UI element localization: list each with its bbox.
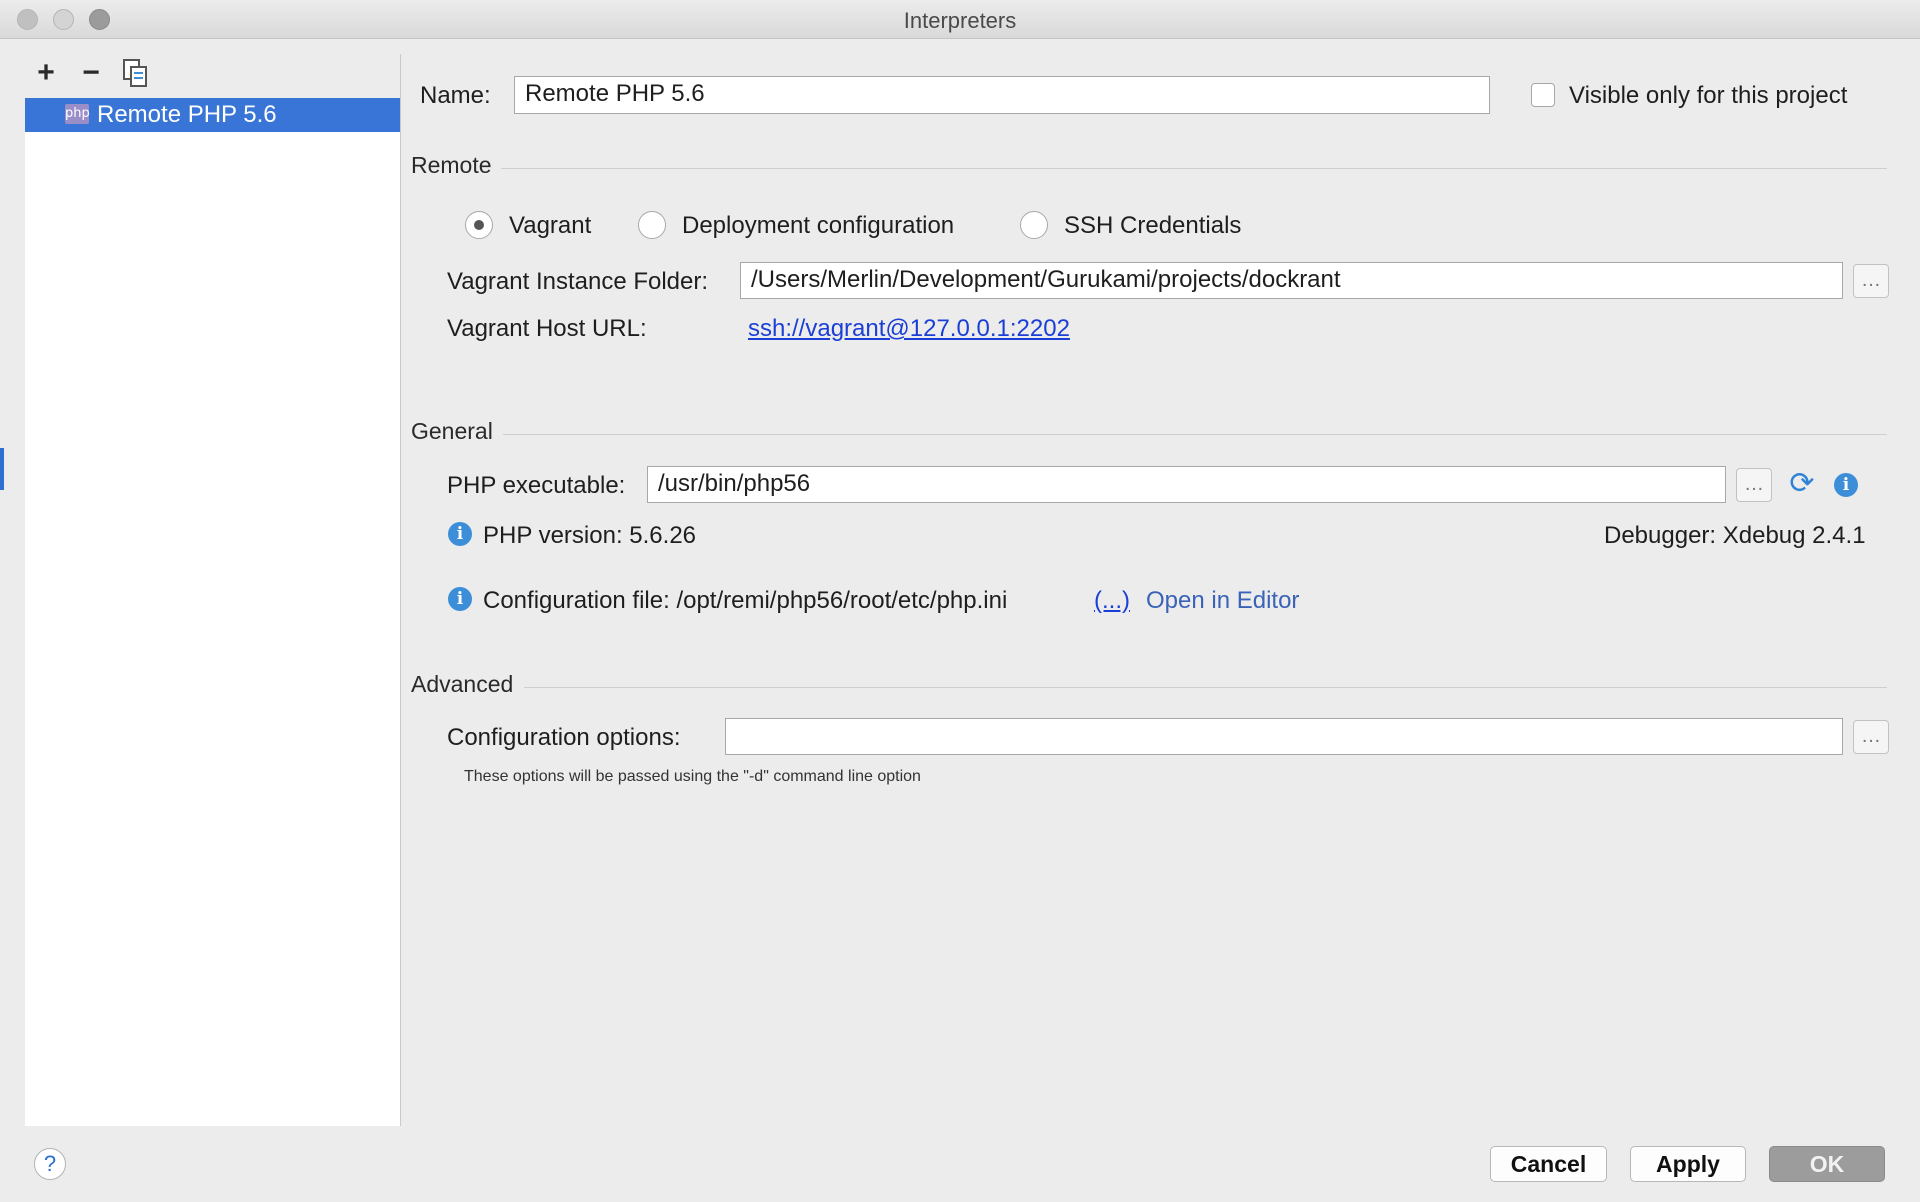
interpreter-list: php Remote PHP 5.6 (25, 98, 400, 1126)
advanced-section-title: Advanced (411, 671, 514, 697)
focus-edge-marker (0, 448, 4, 490)
php-version-text: PHP version: 5.6.26 (483, 522, 697, 549)
config-file-more-link[interactable]: (...) (1094, 587, 1130, 615)
apply-button[interactable]: Apply (1630, 1146, 1746, 1182)
cancel-button[interactable]: Cancel (1490, 1146, 1607, 1182)
vagrant-host-label: Vagrant Host URL: (447, 315, 647, 342)
php-executable-field[interactable]: /usr/bin/php56 (647, 466, 1726, 503)
config-options-browse-button[interactable]: … (1853, 720, 1889, 754)
php-info-icon[interactable]: i (1834, 473, 1858, 497)
visible-only-checkbox[interactable] (1531, 83, 1555, 107)
config-file-text: Configuration file: /opt/remi/php56/root… (483, 587, 1008, 614)
php-version-info-icon: i (448, 522, 472, 546)
vagrant-folder-field[interactable]: /Users/Merlin/Development/Gurukami/proje… (740, 262, 1843, 299)
title-bar: Interpreters (0, 0, 1920, 39)
visible-only-label: Visible only for this project (1569, 82, 1848, 109)
name-label: Name: (420, 82, 491, 109)
interpreter-item-label: Remote PHP 5.6 (97, 101, 277, 128)
interpreters-dialog: Interpreters + − php Remote PHP 5.6 Name… (0, 0, 1920, 1202)
vagrant-host-url-link[interactable]: ssh://vagrant@127.0.0.1:2202 (748, 315, 1070, 343)
config-options-field[interactable] (725, 718, 1843, 755)
general-section-title: General (411, 418, 493, 444)
remote-divider (501, 168, 1887, 169)
name-field[interactable]: Remote PHP 5.6 (514, 76, 1490, 114)
config-options-hint: These options will be passed using the "… (464, 768, 921, 785)
ssh-credentials-radio-label[interactable]: SSH Credentials (1064, 212, 1241, 240)
add-interpreter-button[interactable]: + (31, 58, 61, 88)
php-executable-browse-button[interactable]: … (1736, 468, 1772, 502)
deployment-config-radio-label[interactable]: Deployment configuration (682, 212, 954, 240)
php-icon: php (65, 104, 90, 124)
open-in-editor-link[interactable]: Open in Editor (1146, 587, 1299, 615)
ssh-credentials-radio[interactable] (1020, 211, 1048, 239)
copy-interpreter-button[interactable] (120, 58, 150, 88)
php-executable-label: PHP executable: (447, 472, 626, 499)
window-title: Interpreters (903, 8, 1017, 33)
deployment-config-radio[interactable] (638, 211, 666, 239)
advanced-divider (524, 687, 1887, 688)
ok-button[interactable]: OK (1769, 1146, 1885, 1182)
remove-interpreter-button[interactable]: − (76, 58, 106, 88)
vagrant-folder-browse-button[interactable]: … (1853, 264, 1889, 298)
config-options-label: Configuration options: (447, 724, 681, 751)
debugger-text: Debugger: Xdebug 2.4.1 (1604, 522, 1866, 549)
help-button[interactable]: ? (34, 1148, 66, 1180)
config-file-info-icon: i (448, 587, 472, 611)
interpreter-item-remote-php[interactable]: php Remote PHP 5.6 (25, 98, 400, 132)
refresh-icon[interactable]: ⟳ (1787, 469, 1817, 499)
vagrant-folder-label: Vagrant Instance Folder: (447, 268, 709, 295)
general-divider (503, 434, 1887, 435)
copy-icon (123, 59, 147, 87)
pane-splitter[interactable] (400, 54, 401, 1126)
vagrant-radio[interactable] (465, 211, 493, 239)
vagrant-radio-label[interactable]: Vagrant (509, 212, 591, 240)
remote-section-title: Remote (411, 152, 492, 178)
